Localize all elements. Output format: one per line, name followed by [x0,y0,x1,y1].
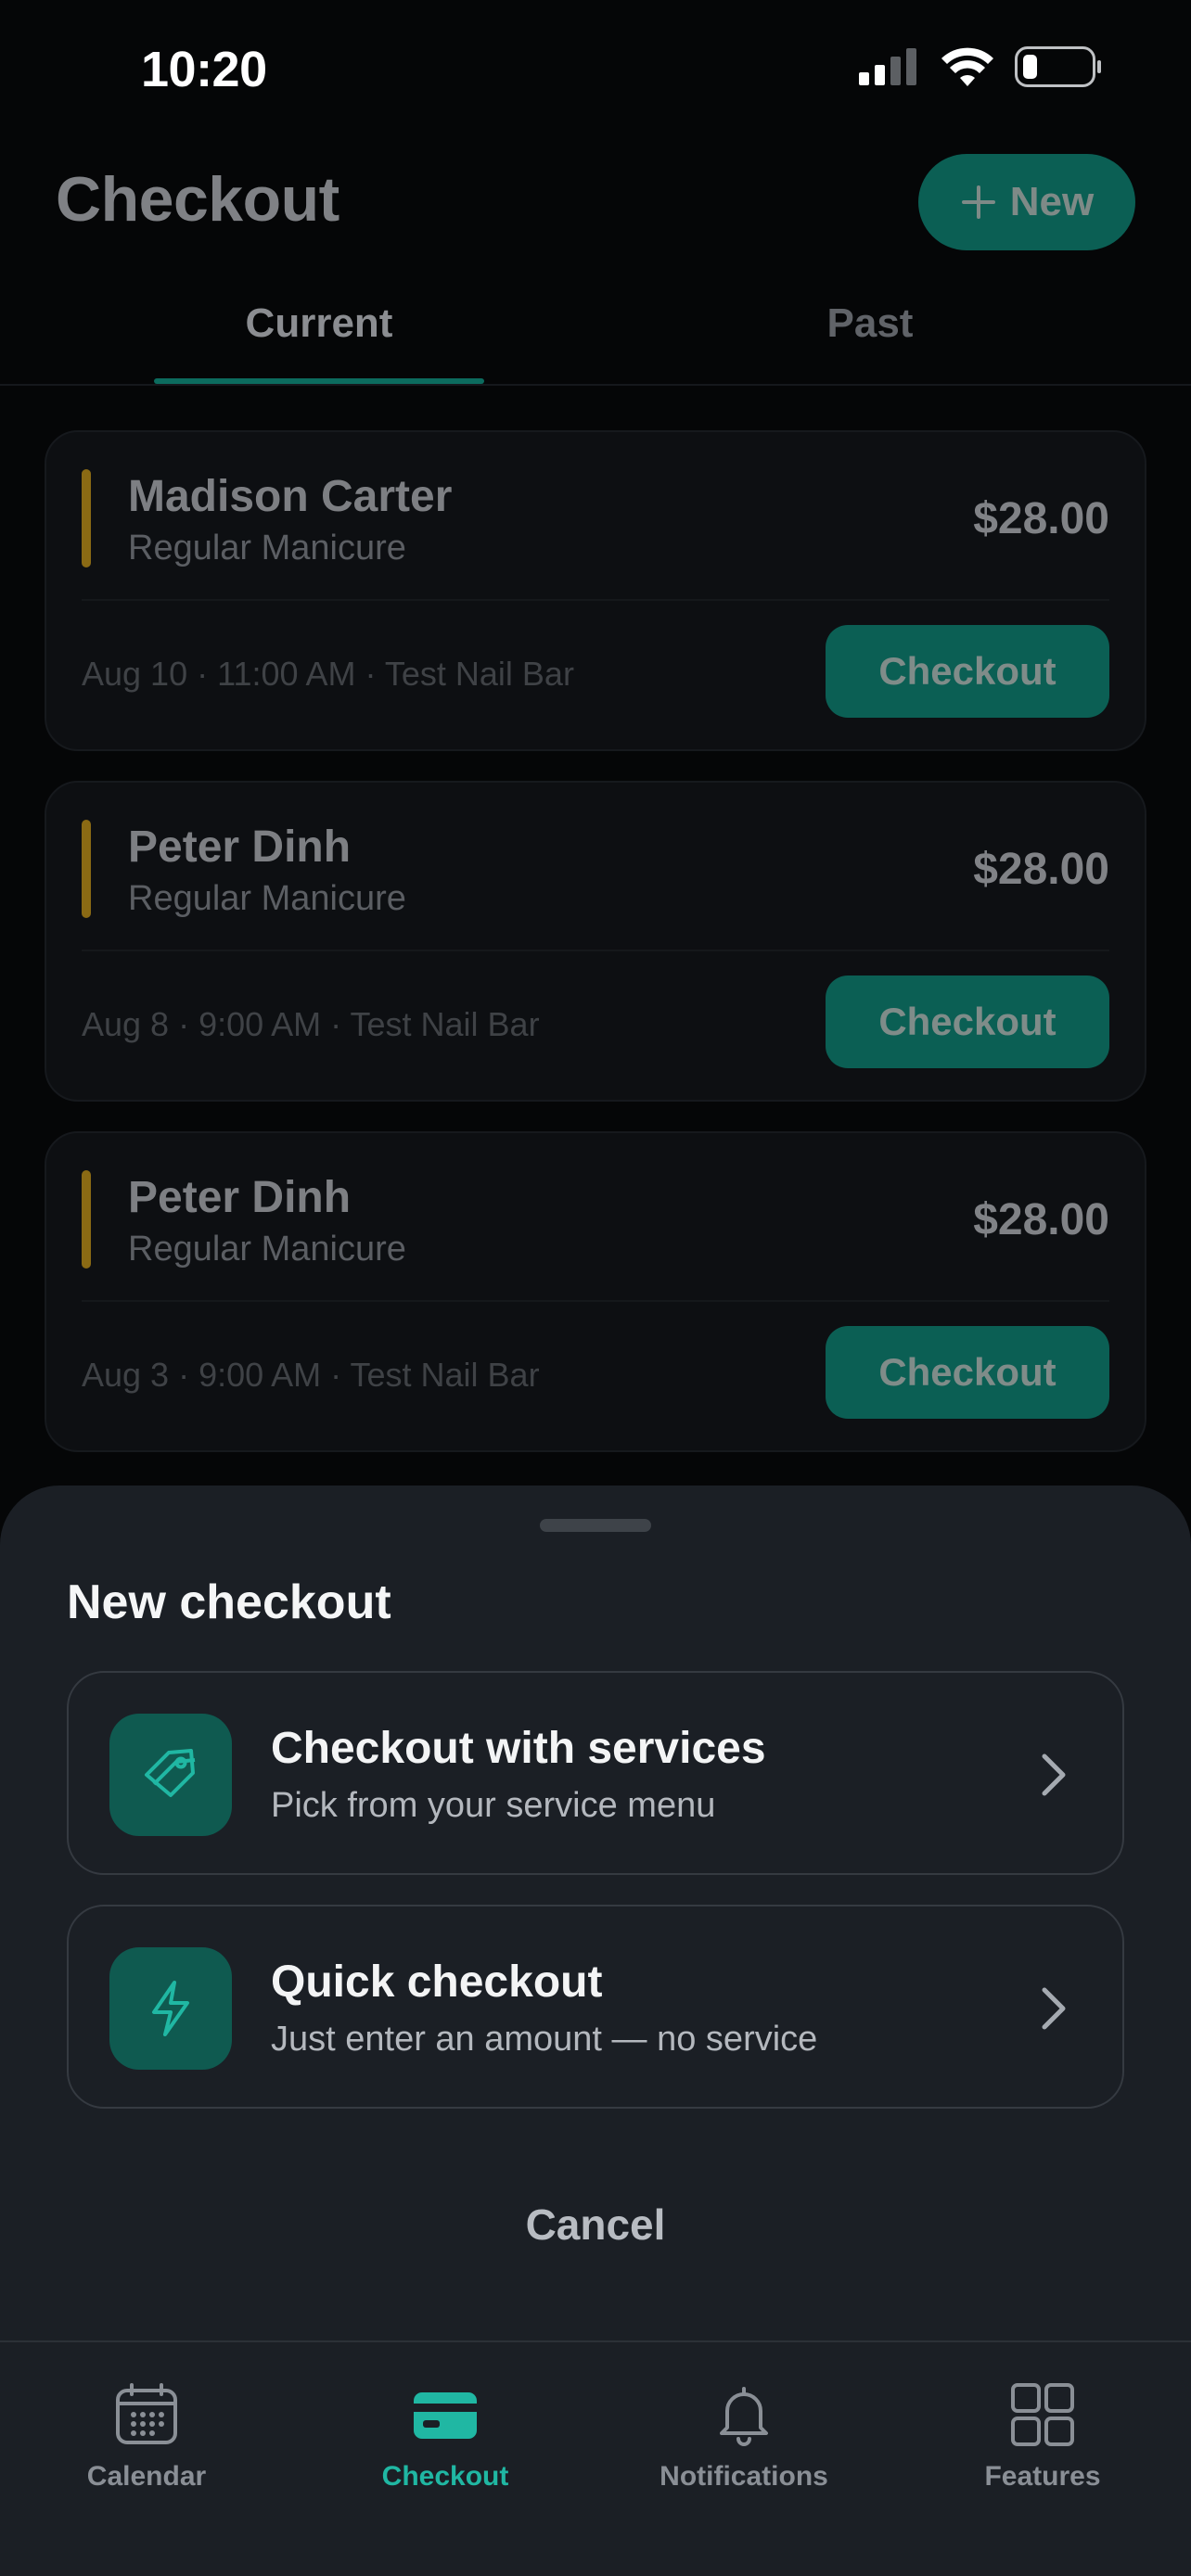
quick-checkout-option[interactable]: Quick checkout Just enter an amount — no… [67,1905,1124,2109]
price: $28.00 [973,845,1109,894]
tab-bar-label: Checkout [381,2461,509,2492]
lightning-icon [109,1947,232,2070]
appointment-meta: Aug 3 · 9:00 AM · Test Nail Bar [82,1356,540,1394]
tab-bar-item-features[interactable]: Features [931,2379,1154,2493]
segment-tabs: Current Past [0,278,1191,386]
appointment-meta: Aug 10 · 11:00 AM · Test Nail Bar [82,655,574,693]
signal-icon [859,48,916,85]
tab-past[interactable]: Past [705,300,1035,347]
bottom-tab-bar: Calendar Checkout Notifications Features [0,2340,1191,2576]
divider [82,950,1109,951]
status-bar-accent [82,820,91,918]
grid-icon [1011,2383,1074,2446]
cancel-button[interactable]: Cancel [0,2200,1191,2250]
client-name: Madison Carter [128,472,453,521]
service-name: Regular Manicure [128,879,406,918]
new-button[interactable]: New [918,154,1135,250]
tab-bar-item-notifications[interactable]: Notifications [633,2379,855,2493]
service-name: Regular Manicure [128,1230,406,1269]
client-name: Peter Dinh [128,823,352,872]
checkout-button[interactable]: Checkout [826,976,1109,1068]
option-subtitle: Just enter an amount — no service [271,2020,818,2059]
option-subtitle: Pick from your service menu [271,1786,716,1825]
sheet-grabber[interactable] [540,1519,651,1532]
calendar-icon [116,2383,177,2444]
checkout-with-services-option[interactable]: Checkout with services Pick from your se… [67,1671,1124,1875]
tab-bar-label: Calendar [86,2461,207,2492]
plus-icon [961,185,995,219]
service-name: Regular Manicure [128,529,406,567]
appointment-card[interactable]: Madison Carter Regular Manicure $28.00 A… [45,430,1146,751]
sheet-title: New checkout [67,1575,391,1629]
bell-icon [720,2387,768,2446]
tag-icon [109,1714,232,1836]
battery-icon [1015,46,1101,87]
divider [82,599,1109,601]
checkout-button[interactable]: Checkout [826,625,1109,718]
status-time: 10:20 [141,42,267,97]
card-icon [414,2392,477,2439]
option-title: Quick checkout [271,1958,603,2007]
tab-bar-label: Features [984,2461,1101,2492]
checkout-list: Madison Carter Regular Manicure $28.00 A… [45,430,1146,1482]
client-name: Peter Dinh [128,1173,352,1222]
option-title: Checkout with services [271,1724,766,1773]
chevron-right-icon [1042,1753,1066,1796]
chevron-right-icon [1042,1987,1066,2030]
checkout-button[interactable]: Checkout [826,1326,1109,1419]
active-tab-indicator [154,378,484,384]
appointment-card[interactable]: Peter Dinh Regular Manicure $28.00 Aug 8… [45,781,1146,1102]
appointment-meta: Aug 8 · 9:00 AM · Test Nail Bar [82,1005,540,1043]
header: Checkout New [0,139,1191,250]
appointment-card[interactable]: Peter Dinh Regular Manicure $28.00 Aug 3… [45,1131,1146,1452]
price: $28.00 [973,1195,1109,1244]
tab-bar-item-checkout[interactable]: Checkout [334,2379,557,2493]
new-button-label: New [1009,179,1095,224]
tab-bar-label: Notifications [660,2461,828,2492]
wifi-icon [941,47,993,86]
divider [82,1300,1109,1302]
price: $28.00 [973,494,1109,543]
status-bar-accent [82,469,91,567]
status-bar: 10:20 [0,0,1191,139]
status-bar-accent [82,1170,91,1269]
tab-bar-item-calendar[interactable]: Calendar [35,2379,258,2493]
tab-current[interactable]: Current [154,300,484,347]
page-title: Checkout [56,164,339,235]
status-icons [859,46,1102,87]
